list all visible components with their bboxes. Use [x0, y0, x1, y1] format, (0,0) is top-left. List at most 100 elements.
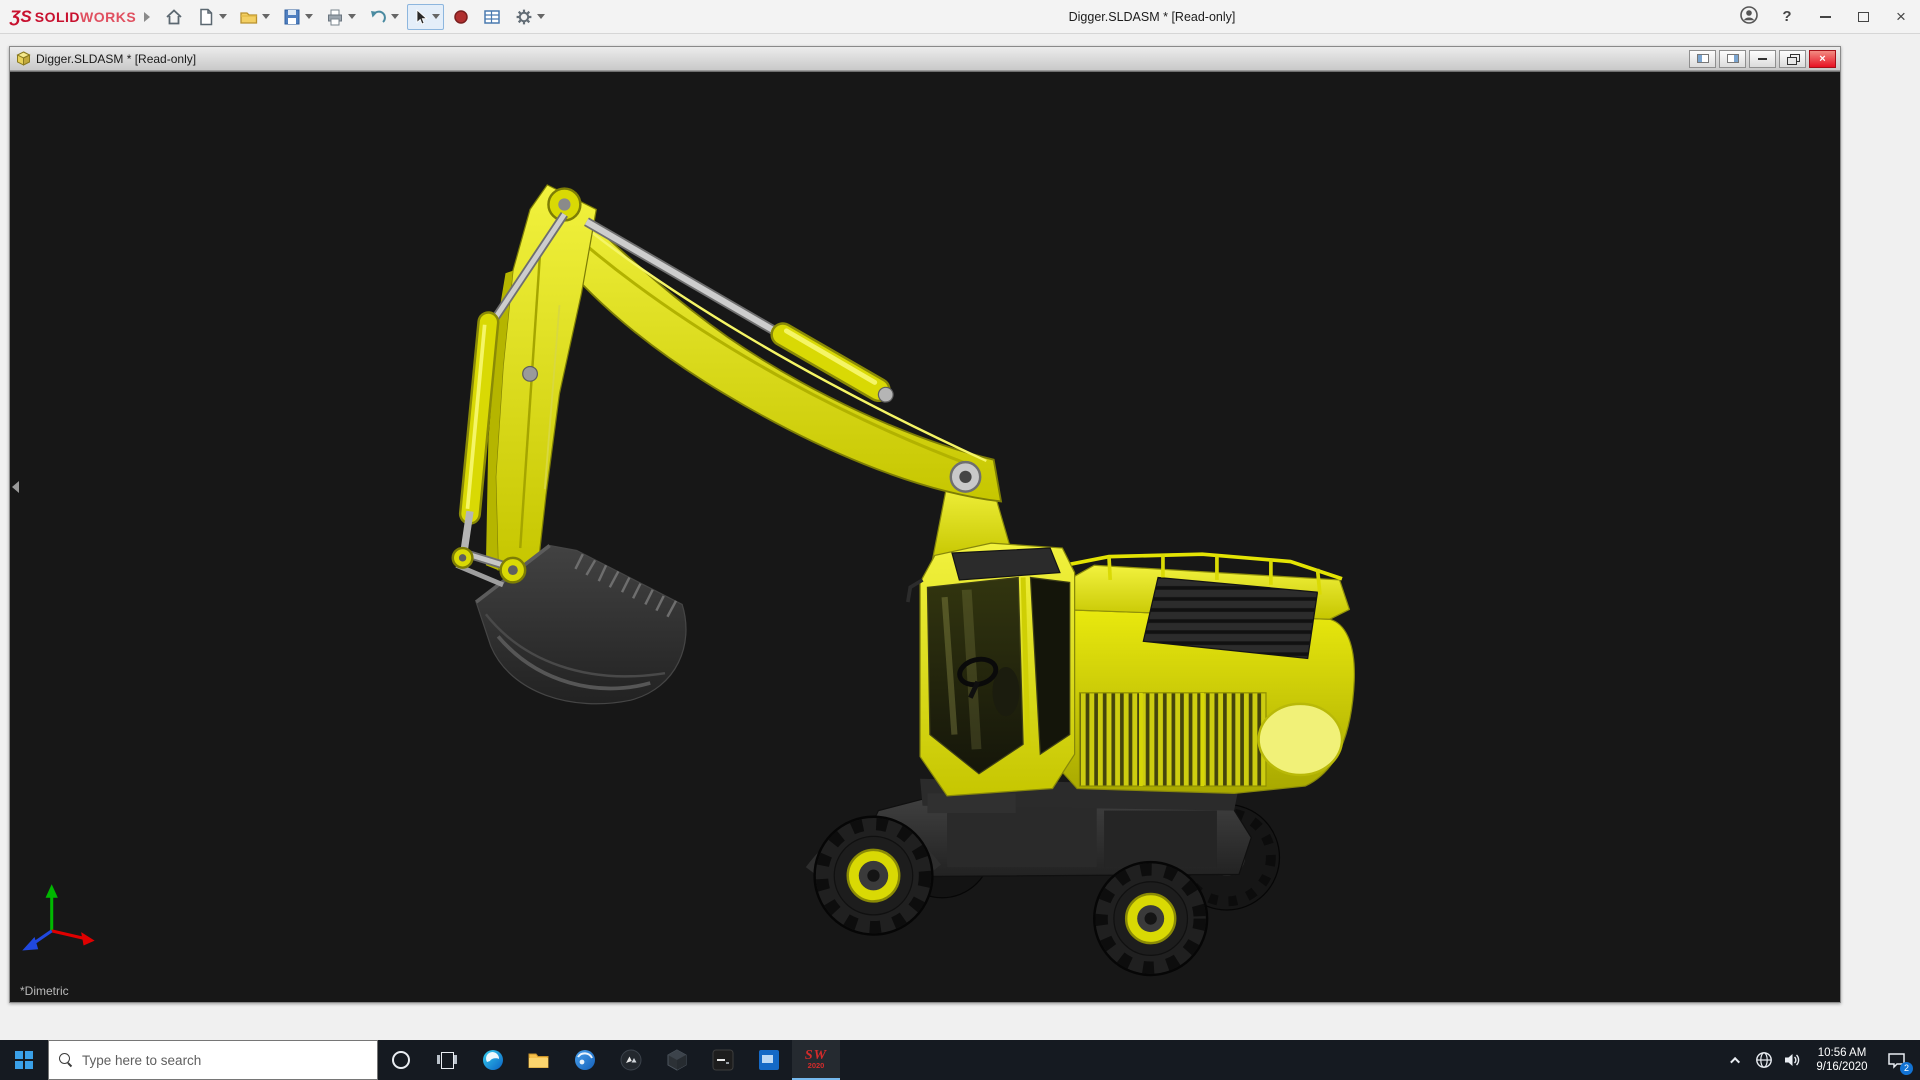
cad-cube-app-button[interactable]: [654, 1040, 700, 1080]
terminal-icon: [712, 1049, 734, 1071]
open-folder-icon: [239, 7, 259, 27]
terminal-app-button[interactable]: [700, 1040, 746, 1080]
orientation-triad[interactable]: [22, 884, 94, 950]
quick-access-toolbar: [160, 3, 549, 31]
clock-date: 9/16/2020: [1806, 1060, 1878, 1074]
doc-restore-button[interactable]: [1779, 50, 1806, 68]
app-title: Digger.SLDASM * [Read-only]: [1069, 10, 1236, 24]
blue-window-icon: [758, 1049, 780, 1071]
speaker-icon: [1783, 1051, 1801, 1069]
volume-button[interactable]: [1778, 1040, 1806, 1080]
maximize-button[interactable]: [1844, 0, 1882, 33]
featuremanager-collapse-arrow[interactable]: [12, 481, 19, 493]
taskbar-clock[interactable]: 10:56 AM 9/16/2020: [1806, 1046, 1878, 1074]
engine-body: [1053, 554, 1355, 793]
account-button[interactable]: [1730, 0, 1768, 33]
doc-close-button[interactable]: ×: [1809, 50, 1836, 68]
home-button[interactable]: [160, 3, 188, 31]
window-tile-right-icon: [1727, 54, 1739, 63]
solidworks-icon: SW: [805, 1049, 827, 1062]
ds-logo-mark: ƷS: [10, 7, 32, 27]
undo-icon: [368, 7, 388, 27]
new-document-icon: [196, 7, 216, 27]
save-button[interactable]: [278, 3, 317, 31]
menu-expand-arrow-icon[interactable]: [144, 12, 150, 22]
document-window-controls: ×: [1689, 50, 1836, 68]
account-icon: [1739, 5, 1759, 29]
doc-restore-icon: [1787, 54, 1798, 63]
save-icon: [282, 7, 302, 27]
options-dropdown-icon[interactable]: [537, 14, 545, 19]
next-document-button[interactable]: [1719, 50, 1746, 68]
cad-cube-icon: [665, 1048, 689, 1072]
blue-window-app-button[interactable]: [746, 1040, 792, 1080]
search-icon: [59, 1053, 73, 1067]
file-explorer-button[interactable]: [516, 1040, 562, 1080]
network-globe-icon: [1755, 1051, 1773, 1069]
design-table-icon: [482, 7, 502, 27]
system-tray: 10:56 AM 9/16/2020 2: [1722, 1040, 1920, 1080]
undo-button[interactable]: [364, 3, 403, 31]
taskbar: SW 2020 10:56 AM 9/16/2020 2: [0, 1040, 1920, 1080]
minimize-button[interactable]: [1806, 0, 1844, 33]
edge-icon: [481, 1048, 505, 1072]
home-icon: [164, 7, 184, 27]
browser-globe-icon: [573, 1048, 597, 1072]
save-dropdown-icon[interactable]: [305, 14, 313, 19]
select-cursor-icon: [411, 8, 429, 26]
document-titlebar[interactable]: Digger.SLDASM * [Read-only] ×: [10, 47, 1840, 71]
cortana-button[interactable]: [378, 1040, 424, 1080]
rear-wheel: [1094, 862, 1207, 975]
edge-button[interactable]: [470, 1040, 516, 1080]
evaluate-button[interactable]: [478, 3, 506, 31]
maximize-icon: [1858, 12, 1869, 22]
doc-minimize-icon: [1758, 58, 1767, 60]
network-button[interactable]: [1750, 1040, 1778, 1080]
front-wheel: [815, 817, 933, 935]
chevron-up-icon: [1730, 1056, 1740, 1066]
open-button[interactable]: [235, 3, 274, 31]
open-dropdown-icon[interactable]: [262, 14, 270, 19]
tray-overflow-button[interactable]: [1722, 1040, 1750, 1080]
undo-dropdown-icon[interactable]: [391, 14, 399, 19]
workspace-background: Digger.SLDASM * [Read-only] ×: [0, 34, 1920, 1040]
graphics-viewport[interactable]: *Dimetric: [10, 71, 1840, 1002]
new-document-dropdown-icon[interactable]: [219, 14, 227, 19]
browser-button[interactable]: [562, 1040, 608, 1080]
task-view-icon: [437, 1052, 457, 1068]
solidworks-window: ƷS SOLID WORKS: [0, 0, 1920, 1080]
help-icon: ?: [1782, 8, 1791, 25]
print-icon: [325, 7, 345, 27]
action-center-button[interactable]: 2: [1878, 1040, 1914, 1080]
help-button[interactable]: ?: [1768, 0, 1806, 33]
print-dropdown-icon[interactable]: [348, 14, 356, 19]
new-document-button[interactable]: [192, 3, 231, 31]
doc-minimize-button[interactable]: [1749, 50, 1776, 68]
search-input[interactable]: [82, 1053, 332, 1068]
assembly-document-icon: [16, 51, 31, 66]
solidworks-logo: ƷS SOLID WORKS: [10, 7, 136, 27]
media-app-button[interactable]: [608, 1040, 654, 1080]
view-orientation-label: *Dimetric: [20, 984, 69, 998]
print-button[interactable]: [321, 3, 360, 31]
select-tool-button[interactable]: [407, 4, 444, 30]
taskbar-search[interactable]: [48, 1040, 378, 1080]
solidworks-taskbar-button[interactable]: SW 2020: [792, 1040, 840, 1080]
clock-time: 10:56 AM: [1806, 1046, 1878, 1060]
minimize-icon: [1820, 16, 1831, 18]
app-titlebar: ƷS SOLID WORKS: [0, 0, 1920, 34]
close-icon: ×: [1896, 7, 1906, 27]
notification-badge: 2: [1900, 1062, 1913, 1075]
options-button[interactable]: [510, 3, 549, 31]
previous-document-button[interactable]: [1689, 50, 1716, 68]
start-button[interactable]: [0, 1040, 48, 1080]
select-dropdown-icon[interactable]: [432, 14, 440, 19]
task-view-button[interactable]: [424, 1040, 470, 1080]
excavator-model[interactable]: [10, 72, 1840, 1002]
cab: [908, 543, 1075, 796]
windows-logo-icon: [15, 1051, 33, 1069]
close-button[interactable]: ×: [1882, 0, 1920, 33]
cortana-icon: [392, 1051, 410, 1069]
document-title: Digger.SLDASM * [Read-only]: [36, 52, 196, 66]
record-macro-button[interactable]: [448, 4, 474, 30]
